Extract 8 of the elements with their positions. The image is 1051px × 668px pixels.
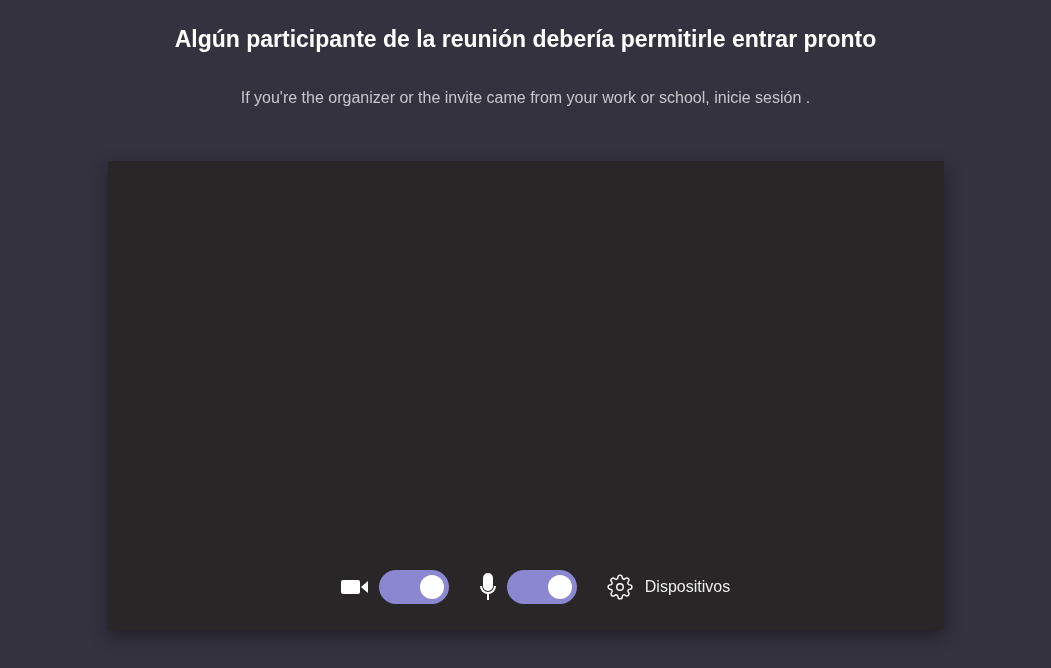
microphone-icon: [478, 573, 497, 601]
settings-icon: [606, 574, 633, 600]
camera-toggle[interactable]: [378, 570, 449, 604]
sign-in-hint: If you're the organizer or the invite came from your work or school, inicie sesión .: [240, 89, 811, 107]
microphone-toggle[interactable]: [506, 570, 577, 604]
video-camera-icon: [340, 578, 369, 596]
devices-button[interactable]: Dispositivos: [606, 574, 731, 600]
page-title: Algún participante de la reunión debería permitirle entrar pronto: [174, 26, 877, 53]
